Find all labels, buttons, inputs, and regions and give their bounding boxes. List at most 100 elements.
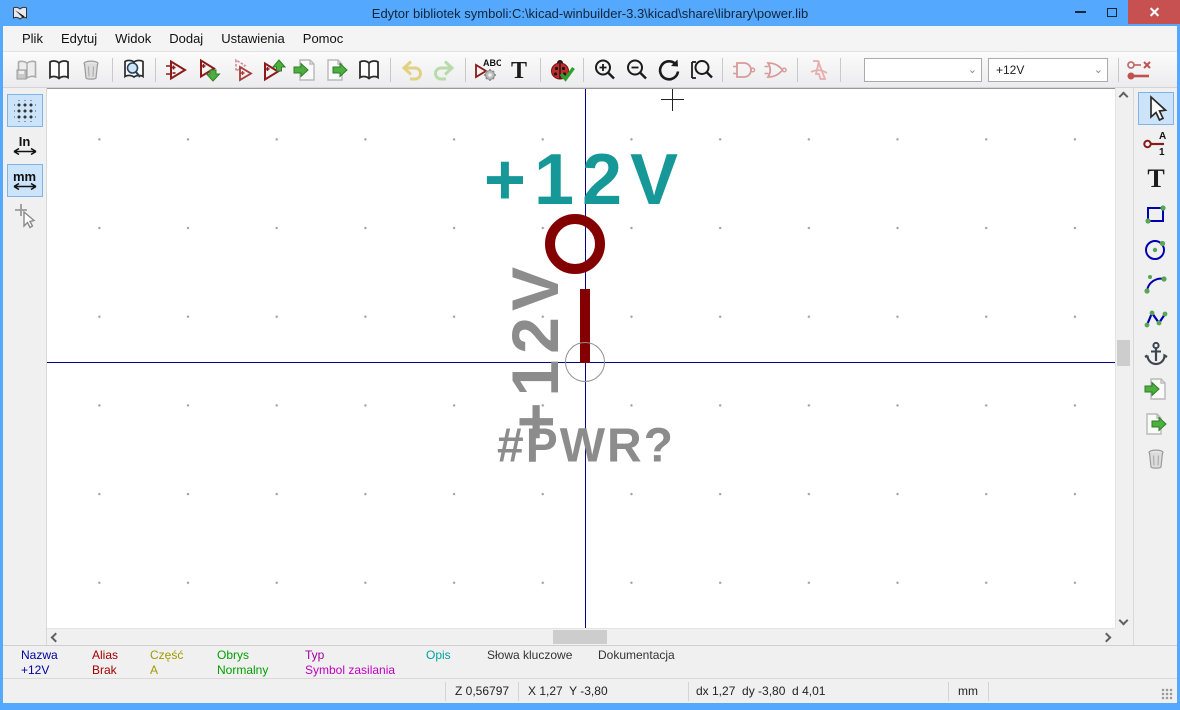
part-select-dropdown[interactable]: ⌄ [864, 58, 982, 82]
demorgan-convert-button[interactable] [760, 55, 792, 85]
gate-demorgan-icon [763, 57, 789, 83]
symbol-reference-text[interactable]: #PWR? [497, 419, 675, 474]
field-documentation-label: Dokumentacja [598, 648, 675, 663]
redraw-button[interactable] [653, 55, 685, 85]
toolbar-separator [540, 58, 541, 82]
select-library-icon [46, 57, 72, 83]
gate-normal-icon [731, 57, 757, 83]
pointer-tool-button[interactable] [1138, 92, 1174, 125]
close-button[interactable] [1128, 0, 1180, 24]
demorgan-normal-button[interactable] [728, 55, 760, 85]
import-symbol-button[interactable] [1138, 372, 1174, 405]
new-component-button[interactable] [161, 55, 193, 85]
redo-button[interactable] [428, 55, 460, 85]
chevron-down-icon: ⌄ [968, 63, 977, 76]
text-icon: T [506, 57, 532, 83]
editor-canvas[interactable]: +12V +12V #PWR? [47, 88, 1115, 628]
status-units: mm [958, 684, 978, 698]
update-component-button[interactable] [257, 55, 289, 85]
alias-select-value: +12V [996, 63, 1090, 77]
add-arc-tool-button[interactable] [1138, 267, 1174, 300]
scroll-left-button[interactable] [47, 629, 63, 645]
library-doc-button[interactable] [353, 55, 385, 85]
scroll-down-button[interactable] [1116, 612, 1131, 628]
delete-component-button[interactable] [75, 55, 107, 85]
mouse-crosshair [672, 88, 673, 111]
svg-text:ABC: ABC [483, 58, 501, 68]
menu-pomoc[interactable]: Pomoc [294, 27, 352, 50]
field-body-label: Obrys [217, 648, 268, 663]
export-component-button[interactable] [321, 55, 353, 85]
import-icon [292, 57, 318, 83]
pin-edit-mode-button[interactable] [1124, 55, 1156, 85]
alias-select-dropdown[interactable]: +12V ⌄ [988, 58, 1108, 82]
save-component-button[interactable] [193, 55, 225, 85]
component-properties-button[interactable]: ABC [471, 55, 503, 85]
import-component-button[interactable] [289, 55, 321, 85]
zoom-out-button[interactable] [621, 55, 653, 85]
mm-label: mm [12, 171, 38, 182]
arc-tool-icon [1142, 270, 1170, 298]
toolbar-separator [722, 58, 723, 82]
toolbar-separator [465, 58, 466, 82]
set-anchor-tool-button[interactable] [1138, 337, 1174, 370]
svg-text:T: T [511, 58, 527, 83]
library-browser-button[interactable] [118, 55, 150, 85]
menu-ustawienia[interactable]: Ustawienia [212, 27, 294, 50]
horizontal-scrollbar[interactable] [47, 628, 1115, 645]
update-component-icon [260, 57, 286, 83]
app-window: Edytor bibliotek symboli:C:\kicad-winbui… [0, 0, 1180, 710]
svg-text:1: 1 [1159, 147, 1165, 158]
library-browser-icon [121, 57, 147, 83]
resize-grip[interactable] [1161, 688, 1173, 700]
symbol-value-text[interactable]: +12V [484, 139, 686, 221]
export-symbol-button[interactable] [1138, 407, 1174, 440]
field-name-label: Nazwa [21, 648, 58, 663]
zoom-in-button[interactable] [589, 55, 621, 85]
erc-ladybug-icon [548, 57, 576, 83]
zoom-fit-icon [688, 57, 714, 83]
chevron-down-icon: ⌄ [1094, 63, 1103, 76]
add-pin-tool-button[interactable]: A 1 [1138, 127, 1174, 160]
component-info-bar: Nazwa +12V Alias Brak Część A Obrys Norm… [3, 645, 1177, 678]
grid-toggle-button[interactable] [7, 94, 43, 127]
vscroll-thumb[interactable] [1117, 340, 1130, 366]
add-text-button[interactable]: T [503, 55, 535, 85]
menu-dodaj[interactable]: Dodaj [160, 27, 212, 50]
units-inches-button[interactable]: In [7, 129, 43, 162]
menu-plik[interactable]: Plik [13, 27, 52, 50]
scroll-up-button[interactable] [1116, 88, 1131, 104]
field-body-value: Normalny [217, 663, 268, 678]
zoom-in-icon [592, 57, 618, 83]
field-name-value: +12V [21, 663, 58, 678]
save-library-button[interactable] [11, 55, 43, 85]
delete-tool-button[interactable] [1138, 442, 1174, 475]
hscroll-thumb[interactable] [553, 630, 607, 644]
window-border [0, 703, 1180, 710]
units-mm-button[interactable]: mm [7, 164, 43, 197]
text-tool-icon: T [1143, 165, 1169, 193]
maximize-button[interactable] [1096, 0, 1128, 24]
zoom-fit-button[interactable] [685, 55, 717, 85]
menu-edytuj[interactable]: Edytuj [52, 27, 106, 50]
cursor-shape-button[interactable] [7, 199, 43, 232]
window-border [0, 26, 3, 703]
undo-button[interactable] [396, 55, 428, 85]
erc-check-button[interactable] [546, 55, 578, 85]
pin-name-text[interactable]: +12V [497, 261, 573, 441]
scroll-right-button[interactable] [1098, 629, 1114, 645]
add-polyline-tool-button[interactable] [1138, 302, 1174, 335]
add-circle-tool-button[interactable] [1138, 232, 1174, 265]
status-position: X 1,27 Y -3,80 [528, 684, 608, 698]
add-rectangle-tool-button[interactable] [1138, 197, 1174, 230]
select-library-button[interactable] [43, 55, 75, 85]
toolbar-separator [112, 58, 113, 82]
copy-component-button[interactable] [225, 55, 257, 85]
trash-icon [1143, 446, 1169, 472]
add-text-tool-button[interactable]: T [1138, 162, 1174, 195]
field-alias-value: Brak [92, 663, 118, 678]
menu-widok[interactable]: Widok [106, 27, 160, 50]
vertical-scrollbar[interactable] [1115, 88, 1131, 628]
datasheet-pdf-button[interactable] [803, 55, 835, 85]
minimize-button[interactable] [1064, 0, 1096, 24]
